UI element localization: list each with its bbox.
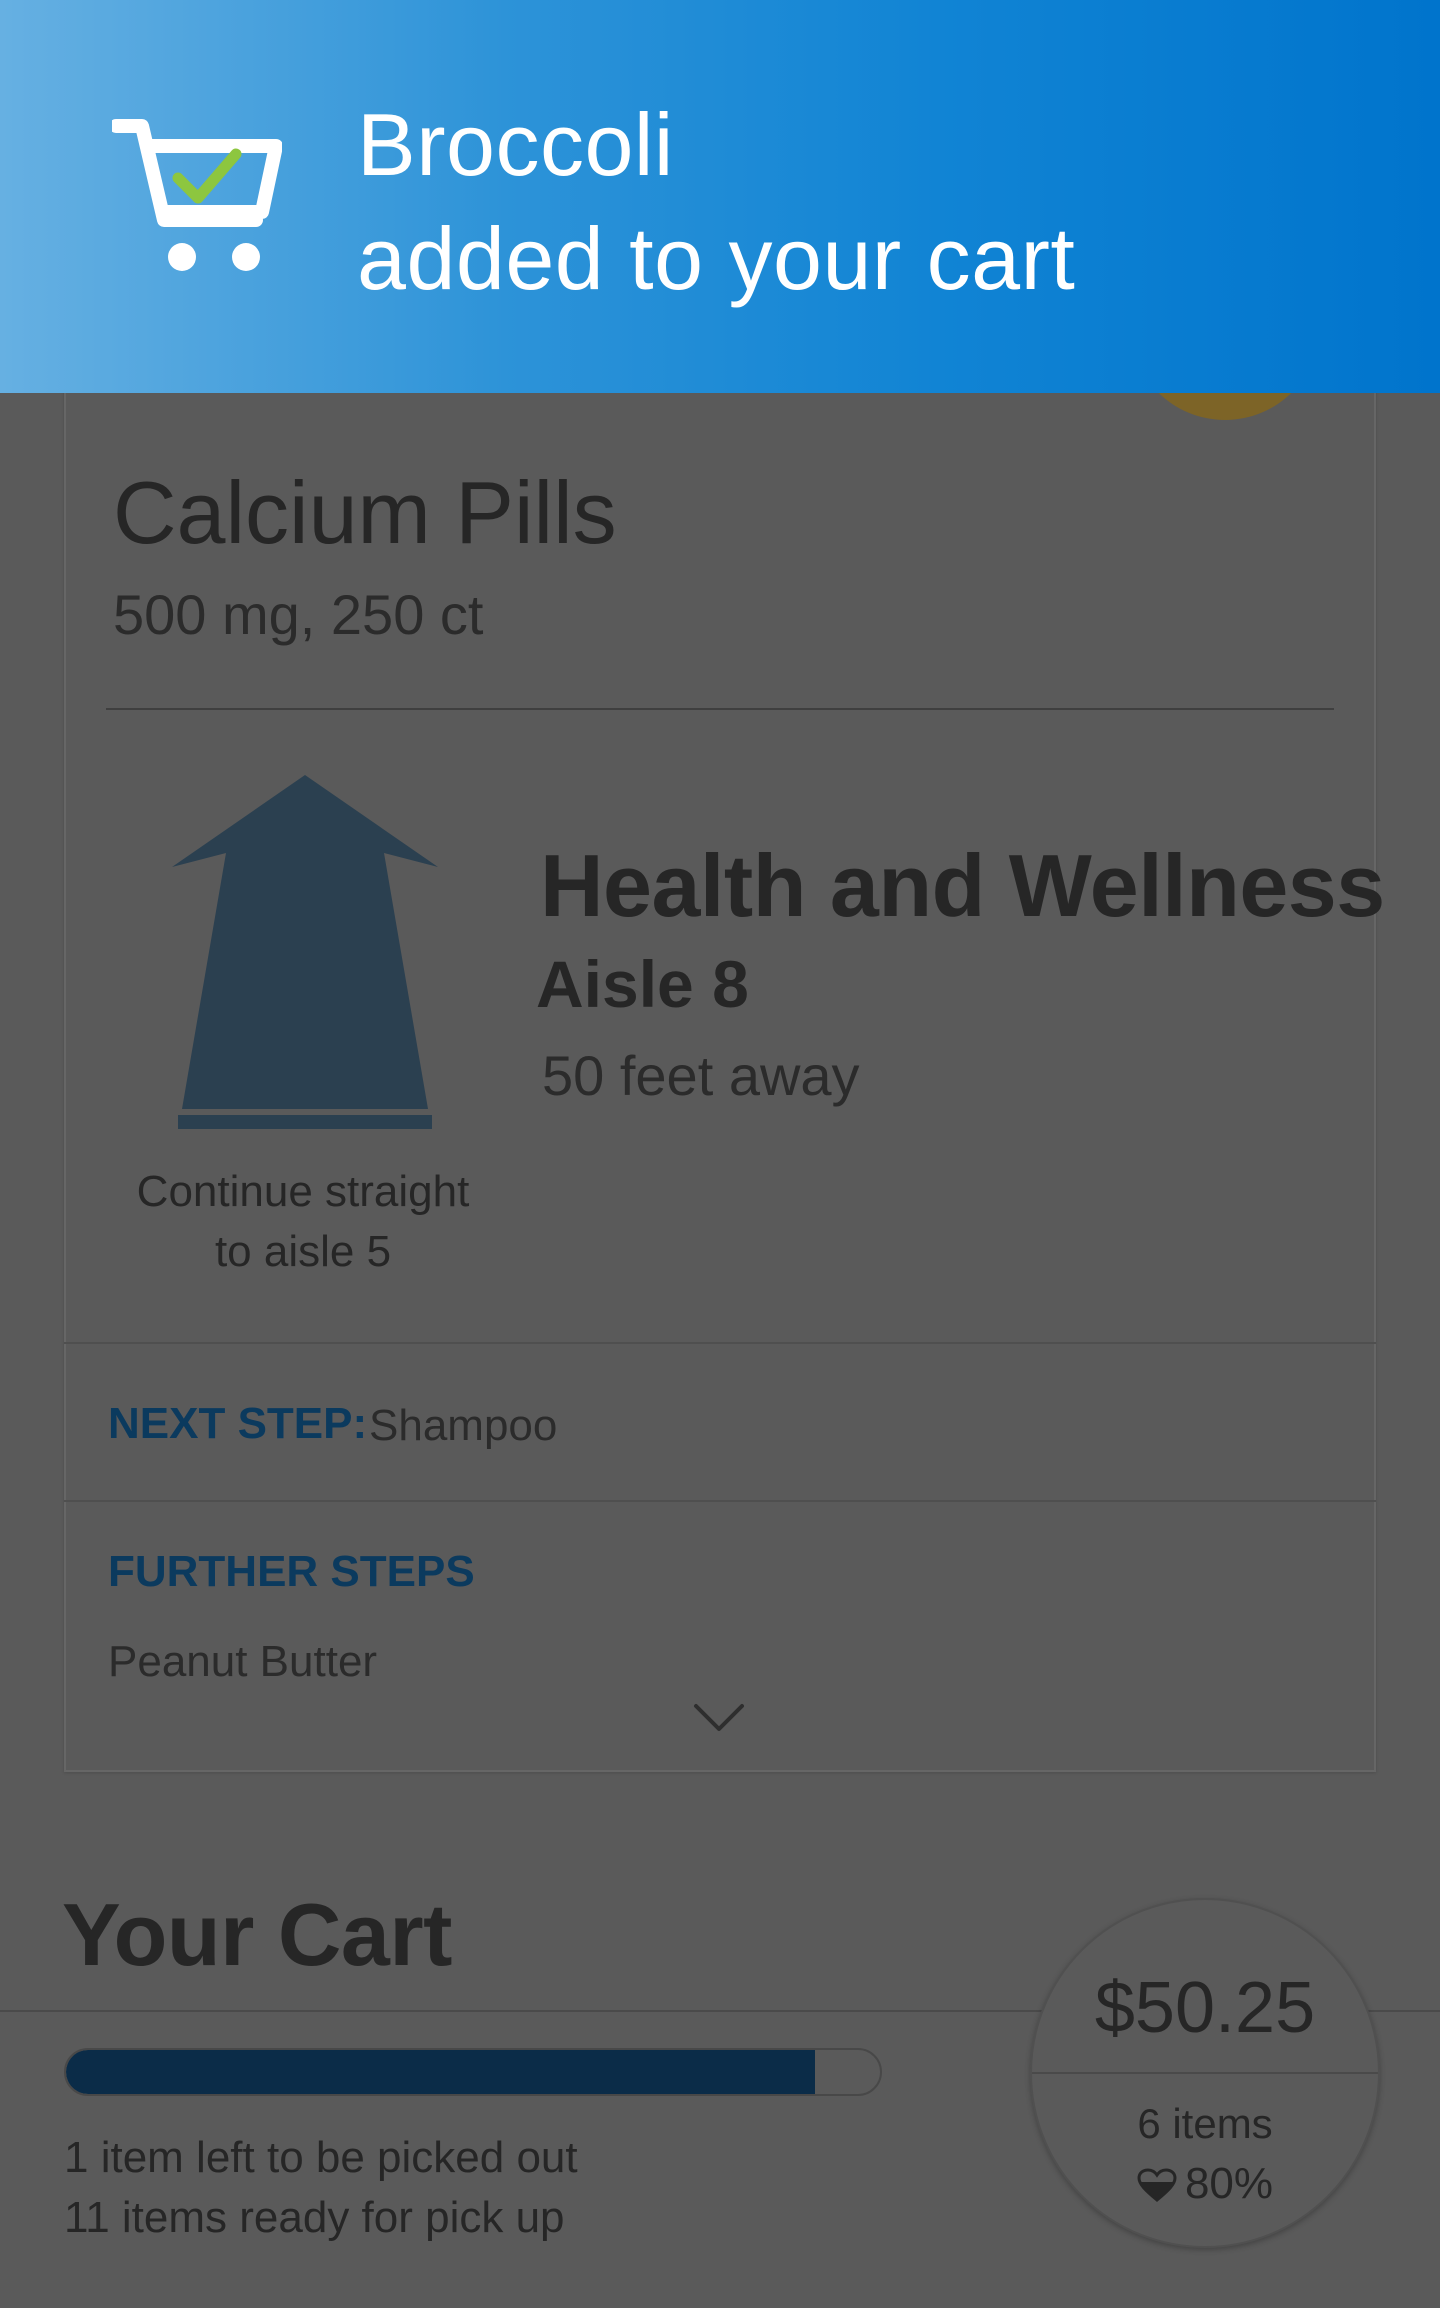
product-size: 500 mg, 250 ct [113, 583, 484, 646]
turn-instruction: Continue straight to aisle 5 [120, 1162, 486, 1282]
next-step-value[interactable]: Shampoo [369, 1398, 557, 1454]
pick-progress-bar [64, 2048, 882, 2096]
card-divider [106, 708, 1334, 710]
turn-instruction-line2: to aisle 5 [214, 1227, 392, 1276]
items-ready-text: 11 items ready for pick up [64, 2193, 565, 2242]
straight-arrow-icon [172, 775, 438, 1129]
distance-text: 50 feet away [542, 1044, 860, 1107]
cart-summary-button[interactable]: $50.25 6 items 80% [1030, 1898, 1380, 2248]
heart-icon [1137, 2168, 1177, 2202]
toast-message: Broccoli added to your cart [357, 88, 1075, 316]
cart-item-count: 6 items [1137, 2100, 1273, 2147]
further-steps-label: FURTHER STEPS [108, 1547, 475, 1596]
department-name: Health and Wellness [540, 836, 1385, 935]
health-score-value: 80% [1184, 2159, 1274, 2208]
cart-summary-divider [1032, 2072, 1378, 2074]
next-step-label: NEXT STEP: [108, 1399, 368, 1448]
items-left-text: 1 item left to be picked out [64, 2133, 578, 2182]
further-step-item[interactable]: Peanut Butter [108, 1634, 377, 1690]
cart-check-icon [112, 119, 282, 271]
turn-instruction-line1: Continue straight [136, 1167, 470, 1216]
cart-total: $50.25 [1094, 1968, 1316, 2048]
product-name: Calcium Pills [113, 463, 617, 562]
next-step-divider [64, 1342, 1376, 1344]
toast-status-text: added to your cart [357, 209, 1076, 308]
pick-progress-fill [66, 2050, 815, 2094]
cart-title: Your Cart [62, 1885, 452, 1984]
health-score: 80% [1032, 2156, 1378, 2212]
added-to-cart-toast[interactable]: Broccoli added to your cart [0, 0, 1440, 393]
chevron-down-icon[interactable] [690, 1700, 748, 1736]
toast-product-name: Broccoli [357, 95, 674, 194]
aisle-number: Aisle 8 [536, 947, 749, 1021]
further-steps-divider [64, 1500, 1376, 1502]
